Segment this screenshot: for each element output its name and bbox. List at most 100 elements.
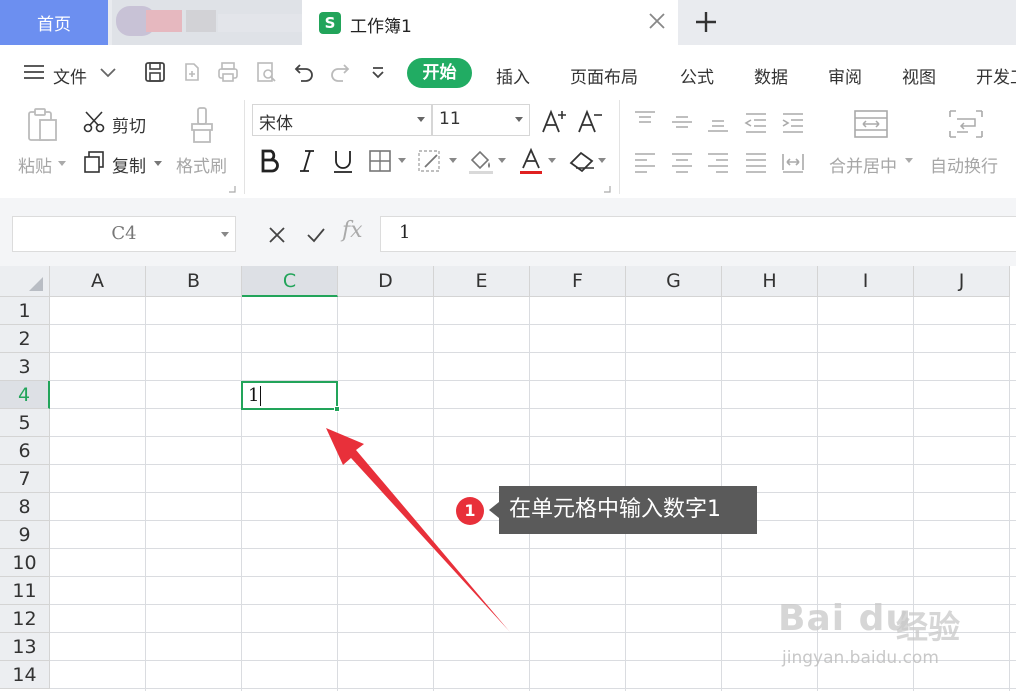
column-header-d[interactable]: D	[338, 266, 434, 297]
italic-icon[interactable]	[296, 148, 318, 174]
cell-style-icon[interactable]	[417, 149, 443, 173]
font-group-launcher-icon[interactable]	[604, 186, 611, 193]
align-middle-icon[interactable]	[670, 112, 694, 134]
row-header-10[interactable]: 10	[0, 549, 50, 577]
paste-icon[interactable]	[24, 106, 62, 144]
row-header-13[interactable]: 13	[0, 633, 50, 661]
row-header-2[interactable]: 2	[0, 325, 50, 353]
formula-input[interactable]: 1	[380, 216, 1016, 252]
paste-label[interactable]: 粘贴	[18, 152, 52, 177]
menu-file[interactable]: 文件	[53, 63, 87, 88]
print-preview-icon[interactable]	[254, 60, 278, 84]
menu-view[interactable]: 视图	[902, 63, 936, 88]
new-tab-plus-icon[interactable]	[694, 10, 718, 34]
format-painter-label[interactable]: 格式刷	[176, 152, 227, 177]
clipboard-group-launcher-icon[interactable]	[229, 186, 236, 193]
column-header-b[interactable]: B	[146, 266, 242, 297]
row-header-12[interactable]: 12	[0, 605, 50, 633]
row-header-14[interactable]: 14	[0, 661, 50, 689]
insert-function-fx-icon[interactable]: fx	[342, 218, 363, 243]
borders-icon[interactable]	[368, 149, 392, 173]
merge-center-label[interactable]: 合并居中	[829, 152, 897, 177]
menu-data[interactable]: 数据	[754, 63, 788, 88]
column-header-f[interactable]: F	[530, 266, 626, 297]
increase-indent-icon[interactable]	[781, 112, 805, 134]
menu-start-tab[interactable]: 开始	[407, 58, 472, 88]
hamburger-menu-icon[interactable]	[22, 60, 46, 84]
tab-blurred[interactable]	[112, 0, 302, 45]
customize-toolbar-chevron-icon[interactable]	[366, 60, 390, 84]
column-header-h[interactable]: H	[722, 266, 818, 297]
copy-label[interactable]: 复制	[112, 152, 146, 177]
undo-icon[interactable]	[292, 60, 316, 84]
active-cell-c4[interactable]: 1	[241, 381, 340, 412]
font-size-select[interactable]: 11	[432, 104, 530, 136]
row-header-9[interactable]: 9	[0, 521, 50, 549]
borders-dropdown-icon[interactable]	[398, 158, 406, 164]
cell-style-dropdown-icon[interactable]	[449, 158, 457, 164]
merge-center-icon[interactable]	[853, 108, 889, 140]
cancel-x-icon[interactable]	[266, 224, 288, 246]
row-header-3[interactable]: 3	[0, 353, 50, 381]
eraser-icon[interactable]	[568, 149, 596, 173]
cut-label[interactable]: 剪切	[112, 112, 146, 137]
fill-handle[interactable]	[334, 406, 340, 412]
increase-font-size-icon[interactable]	[540, 108, 568, 136]
clear-dropdown-icon[interactable]	[598, 158, 606, 164]
redo-icon[interactable]	[328, 60, 352, 84]
align-right-icon[interactable]	[706, 152, 730, 174]
underline-icon[interactable]	[331, 148, 355, 174]
wrap-text-icon[interactable]	[948, 108, 984, 140]
format-painter-icon[interactable]	[186, 106, 220, 144]
wrap-text-label[interactable]: 自动换行	[930, 152, 998, 177]
tab-workbook[interactable]: S 工作簿1	[302, 0, 678, 45]
save-icon[interactable]	[143, 60, 167, 84]
row-header-7[interactable]: 7	[0, 465, 50, 493]
select-all-corner[interactable]	[0, 266, 50, 297]
justify-icon[interactable]	[744, 152, 768, 174]
column-header-j[interactable]: J	[914, 266, 1010, 297]
row-header-11[interactable]: 11	[0, 577, 50, 605]
menu-formulas[interactable]: 公式	[680, 63, 714, 88]
row-header-1[interactable]: 1	[0, 297, 50, 325]
merge-center-dropdown-icon[interactable]	[905, 158, 913, 164]
tab-strip: 首页 S 工作簿1	[0, 0, 1016, 45]
column-header-i[interactable]: I	[818, 266, 914, 297]
name-box[interactable]: C4	[12, 216, 236, 252]
export-icon[interactable]	[180, 60, 204, 84]
scissors-icon[interactable]	[82, 110, 106, 134]
font-color-icon[interactable]	[518, 147, 544, 175]
distributed-align-icon[interactable]	[781, 150, 805, 174]
align-top-icon[interactable]	[633, 110, 657, 132]
tab-home[interactable]: 首页	[0, 0, 108, 45]
paste-dropdown-icon[interactable]	[58, 161, 66, 167]
close-icon[interactable]	[646, 10, 668, 32]
copy-dropdown-icon[interactable]	[154, 161, 162, 167]
align-bottom-icon[interactable]	[706, 112, 730, 134]
column-header-c[interactable]: C	[242, 266, 338, 297]
align-left-icon[interactable]	[633, 152, 657, 174]
fill-color-icon[interactable]	[467, 147, 495, 175]
column-header-g[interactable]: G	[626, 266, 722, 297]
row-header-5[interactable]: 5	[0, 409, 50, 437]
font-color-dropdown-icon[interactable]	[548, 158, 556, 164]
decrease-font-size-icon[interactable]	[576, 108, 604, 136]
menu-developer[interactable]: 开发工	[976, 63, 1016, 88]
menu-page-layout[interactable]: 页面布局	[570, 63, 638, 88]
align-center-icon[interactable]	[670, 152, 694, 174]
row-header-4[interactable]: 4	[0, 381, 50, 409]
row-header-6[interactable]: 6	[0, 437, 50, 465]
menu-review[interactable]: 审阅	[828, 63, 862, 88]
print-icon[interactable]	[216, 60, 240, 84]
fill-color-dropdown-icon[interactable]	[498, 158, 506, 164]
copy-icon[interactable]	[82, 150, 106, 174]
chevron-down-icon[interactable]	[96, 60, 120, 84]
font-name-select[interactable]: 宋体	[252, 104, 432, 136]
bold-icon[interactable]	[258, 148, 282, 174]
decrease-indent-icon[interactable]	[744, 112, 768, 134]
row-header-8[interactable]: 8	[0, 493, 50, 521]
confirm-check-icon[interactable]	[305, 224, 327, 246]
column-header-e[interactable]: E	[434, 266, 530, 297]
column-header-a[interactable]: A	[50, 266, 146, 297]
menu-insert[interactable]: 插入	[496, 63, 530, 88]
